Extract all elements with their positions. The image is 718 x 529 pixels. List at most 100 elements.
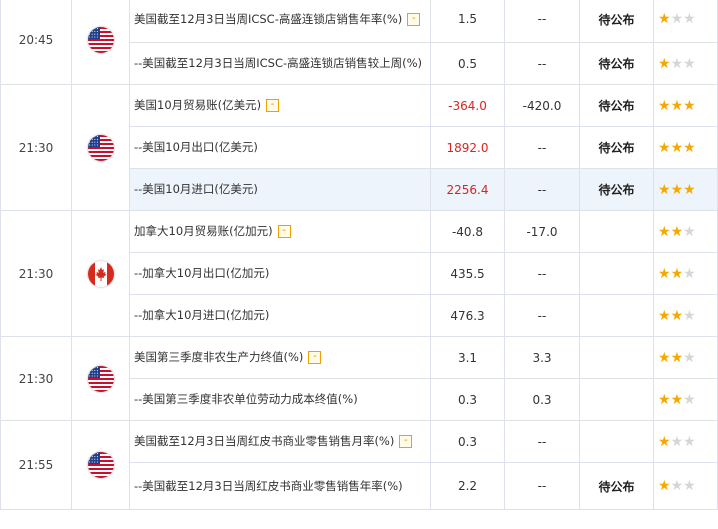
event-name: --美国10月出口(亿美元) xyxy=(134,140,258,154)
star-empty-icon: ★ xyxy=(670,11,684,27)
importance-rating: ★★★ xyxy=(653,252,718,295)
importance-rating: ★★★ xyxy=(653,378,718,421)
star-empty-icon: ★ xyxy=(683,478,696,494)
release-status: 待公布 xyxy=(579,0,654,43)
release-status xyxy=(579,252,654,295)
event-time: 21:30 xyxy=(0,336,72,421)
star-filled-icon: ★ xyxy=(670,307,684,324)
event-name: --美国截至12月3日当周ICSC-高盛连锁店销售较上周(%) xyxy=(134,56,423,70)
event-time: 21:30 xyxy=(0,84,72,211)
table-row: 21:30 美国10月贸易账(亿美元) - -364.0 -420.0 待公布 ★★★ xyxy=(0,84,718,211)
us-flag-icon xyxy=(87,365,114,392)
star-filled-icon: ★ xyxy=(658,55,671,72)
collapse-toggle-button[interactable]: - xyxy=(399,435,413,448)
event-name: --美国第三季度非农单位劳动力成本终值(%) xyxy=(134,392,358,406)
previous-value: -- xyxy=(504,126,580,169)
previous-value: 3.3 xyxy=(504,336,580,379)
event-name: --美国截至12月3日当周红皮书商业零售销售年率(%) xyxy=(134,478,403,493)
star-filled-icon: ★ xyxy=(683,139,696,156)
event-name-cell: --美国10月进口(亿美元) xyxy=(129,168,431,211)
event-name-cell: --美国截至12月3日当周ICSC-高盛连锁店销售较上周(%) xyxy=(129,42,431,85)
star-filled-icon: ★ xyxy=(683,97,696,114)
table-row: 21:30 加拿大10月贸易账(亿加元) - -40.8 -17.0 ★★★ xyxy=(0,210,718,337)
collapse-toggle-button[interactable]: - xyxy=(266,99,280,112)
event-name-cell: --美国10月出口(亿美元) xyxy=(129,126,431,169)
star-filled-icon: ★ xyxy=(658,349,671,366)
forecast-value: 2.2 xyxy=(430,462,505,510)
event-name-cell: --加拿大10月进口(亿加元) xyxy=(129,294,431,337)
previous-value: -- xyxy=(504,0,580,43)
collapse-toggle-button[interactable]: - xyxy=(308,351,322,364)
event-name-cell: --美国第三季度非农单位劳动力成本终值(%) xyxy=(129,378,431,421)
event-name: 加拿大10月贸易账(亿加元) xyxy=(134,224,273,238)
event-name-cell: 美国截至12月3日当周ICSC-高盛连锁店销售年率(%) - xyxy=(129,0,431,43)
event-time: 21:55 xyxy=(0,420,72,510)
previous-value: -- xyxy=(504,42,580,85)
previous-value: -420.0 xyxy=(504,84,580,127)
event-name-cell: --美国截至12月3日当周红皮书商业零售销售年率(%) xyxy=(129,462,431,510)
previous-value: -- xyxy=(504,420,580,463)
forecast-value: -364.0 xyxy=(430,84,505,127)
forecast-value: 476.3 xyxy=(430,294,505,337)
country-flag xyxy=(71,210,130,337)
star-filled-icon: ★ xyxy=(683,181,696,198)
star-filled-icon: ★ xyxy=(670,223,684,240)
us-flag-icon xyxy=(87,134,114,161)
event-name-cell: --加拿大10月出口(亿加元) xyxy=(129,252,431,295)
release-status xyxy=(579,336,654,379)
event-time: 21:30 xyxy=(0,210,72,337)
release-status xyxy=(579,294,654,337)
star-filled-icon: ★ xyxy=(658,11,671,27)
release-status: 待公布 xyxy=(579,84,654,127)
star-filled-icon: ★ xyxy=(670,265,684,282)
star-empty-icon: ★ xyxy=(683,55,696,72)
star-empty-icon: ★ xyxy=(683,391,696,408)
collapse-toggle-button[interactable]: - xyxy=(277,225,291,238)
forecast-value: 1.5 xyxy=(430,0,505,43)
forecast-value: 2256.4 xyxy=(430,168,505,211)
release-status: 待公布 xyxy=(579,126,654,169)
previous-value: 0.3 xyxy=(504,378,580,421)
importance-rating: ★★★ xyxy=(653,84,718,127)
event-name: 美国10月贸易账(亿美元) xyxy=(134,98,262,112)
star-filled-icon: ★ xyxy=(658,307,671,324)
us-flag-icon xyxy=(87,27,114,53)
star-filled-icon: ★ xyxy=(658,391,671,408)
star-empty-icon: ★ xyxy=(683,433,696,450)
importance-rating: ★★★ xyxy=(653,336,718,379)
event-name: --美国10月进口(亿美元) xyxy=(134,182,258,196)
forecast-value: 0.5 xyxy=(430,42,505,85)
event-name: --加拿大10月进口(亿加元) xyxy=(134,308,270,322)
star-empty-icon: ★ xyxy=(683,307,696,324)
forecast-value: 0.3 xyxy=(430,378,505,421)
star-filled-icon: ★ xyxy=(658,478,671,494)
star-filled-icon: ★ xyxy=(658,97,671,114)
event-time: 20:45 xyxy=(0,0,72,85)
previous-value: -- xyxy=(504,168,580,211)
previous-value: -17.0 xyxy=(504,210,580,253)
event-name: 美国第三季度非农生产力终值(%) xyxy=(134,350,304,364)
star-empty-icon: ★ xyxy=(683,11,696,27)
star-empty-icon: ★ xyxy=(683,349,696,366)
collapse-toggle-button[interactable]: - xyxy=(407,12,421,26)
country-flag xyxy=(71,420,130,510)
importance-rating: ★★★ xyxy=(653,42,718,85)
event-name: 美国截至12月3日当周红皮书商业零售销售月率(%) xyxy=(134,434,395,448)
table-row: 21:55 美国截至12月3日当周红皮书商业零售销售月率(%) -0.3 -- ★★★ xyxy=(0,420,718,510)
event-name-cell: 加拿大10月贸易账(亿加元) - xyxy=(129,210,431,253)
importance-rating: ★★★ xyxy=(653,294,718,337)
event-name: 美国截至12月3日当周ICSC-高盛连锁店销售年率(%) xyxy=(134,11,403,26)
forecast-value: 435.5 xyxy=(430,252,505,295)
forecast-value: 1892.0 xyxy=(430,126,505,169)
table-row: 21:30 美国第三季度非农生产力终值(%) -3.1 3.3 ★★★ xyxy=(0,336,718,421)
previous-value: -- xyxy=(504,294,580,337)
country-flag xyxy=(71,84,130,211)
release-status xyxy=(579,420,654,463)
country-flag xyxy=(71,336,130,421)
star-filled-icon: ★ xyxy=(658,223,671,240)
importance-rating: ★★★ xyxy=(653,126,718,169)
star-filled-icon: ★ xyxy=(670,391,684,408)
star-filled-icon: ★ xyxy=(670,181,684,198)
star-filled-icon: ★ xyxy=(658,433,671,450)
star-empty-icon: ★ xyxy=(670,55,684,72)
